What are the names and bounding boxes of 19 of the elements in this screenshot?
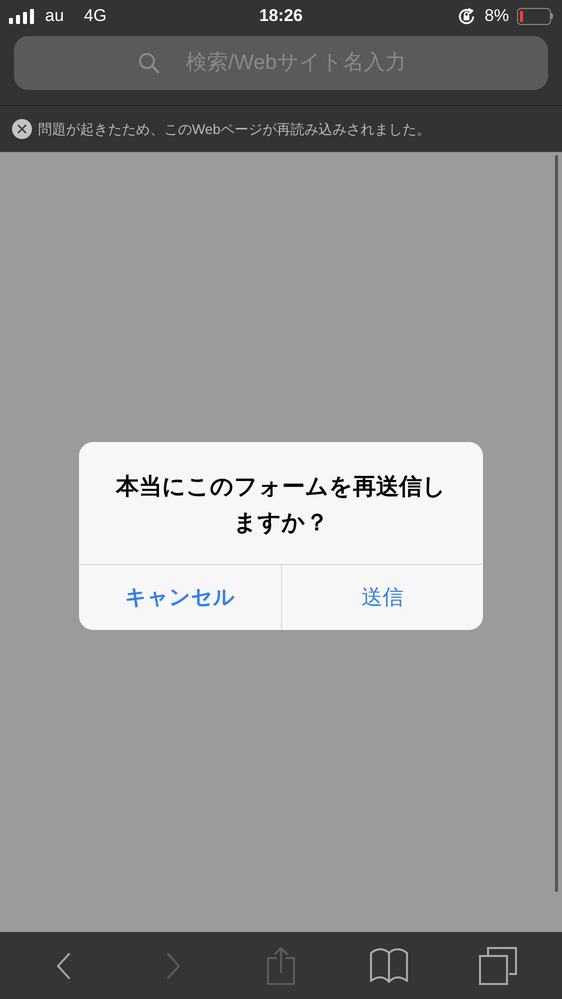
tabs-icon — [478, 946, 518, 986]
rotation-lock-icon — [457, 6, 476, 26]
network-label: 4G — [84, 5, 107, 28]
back-icon — [56, 952, 72, 980]
close-button[interactable] — [12, 119, 32, 139]
reload-notice: 問題が起きたため、このWebページが再読み込みされました。 — [38, 120, 431, 138]
forward-icon — [164, 952, 181, 980]
share-icon — [266, 946, 296, 986]
dialog-title: 本当にこのフォームを再送信しますか？ — [116, 473, 446, 535]
send-button[interactable]: 送信 — [280, 565, 483, 630]
close-icon — [17, 124, 27, 134]
book-icon — [369, 948, 410, 984]
signal-icon — [9, 8, 35, 24]
cancel-button[interactable]: キャンセル — [79, 565, 280, 630]
status-time: 18:26 — [259, 5, 303, 28]
battery-percent: 8% — [484, 5, 510, 28]
battery-icon — [517, 8, 554, 24]
search-icon — [138, 52, 160, 74]
carrier-label: au — [45, 5, 64, 28]
